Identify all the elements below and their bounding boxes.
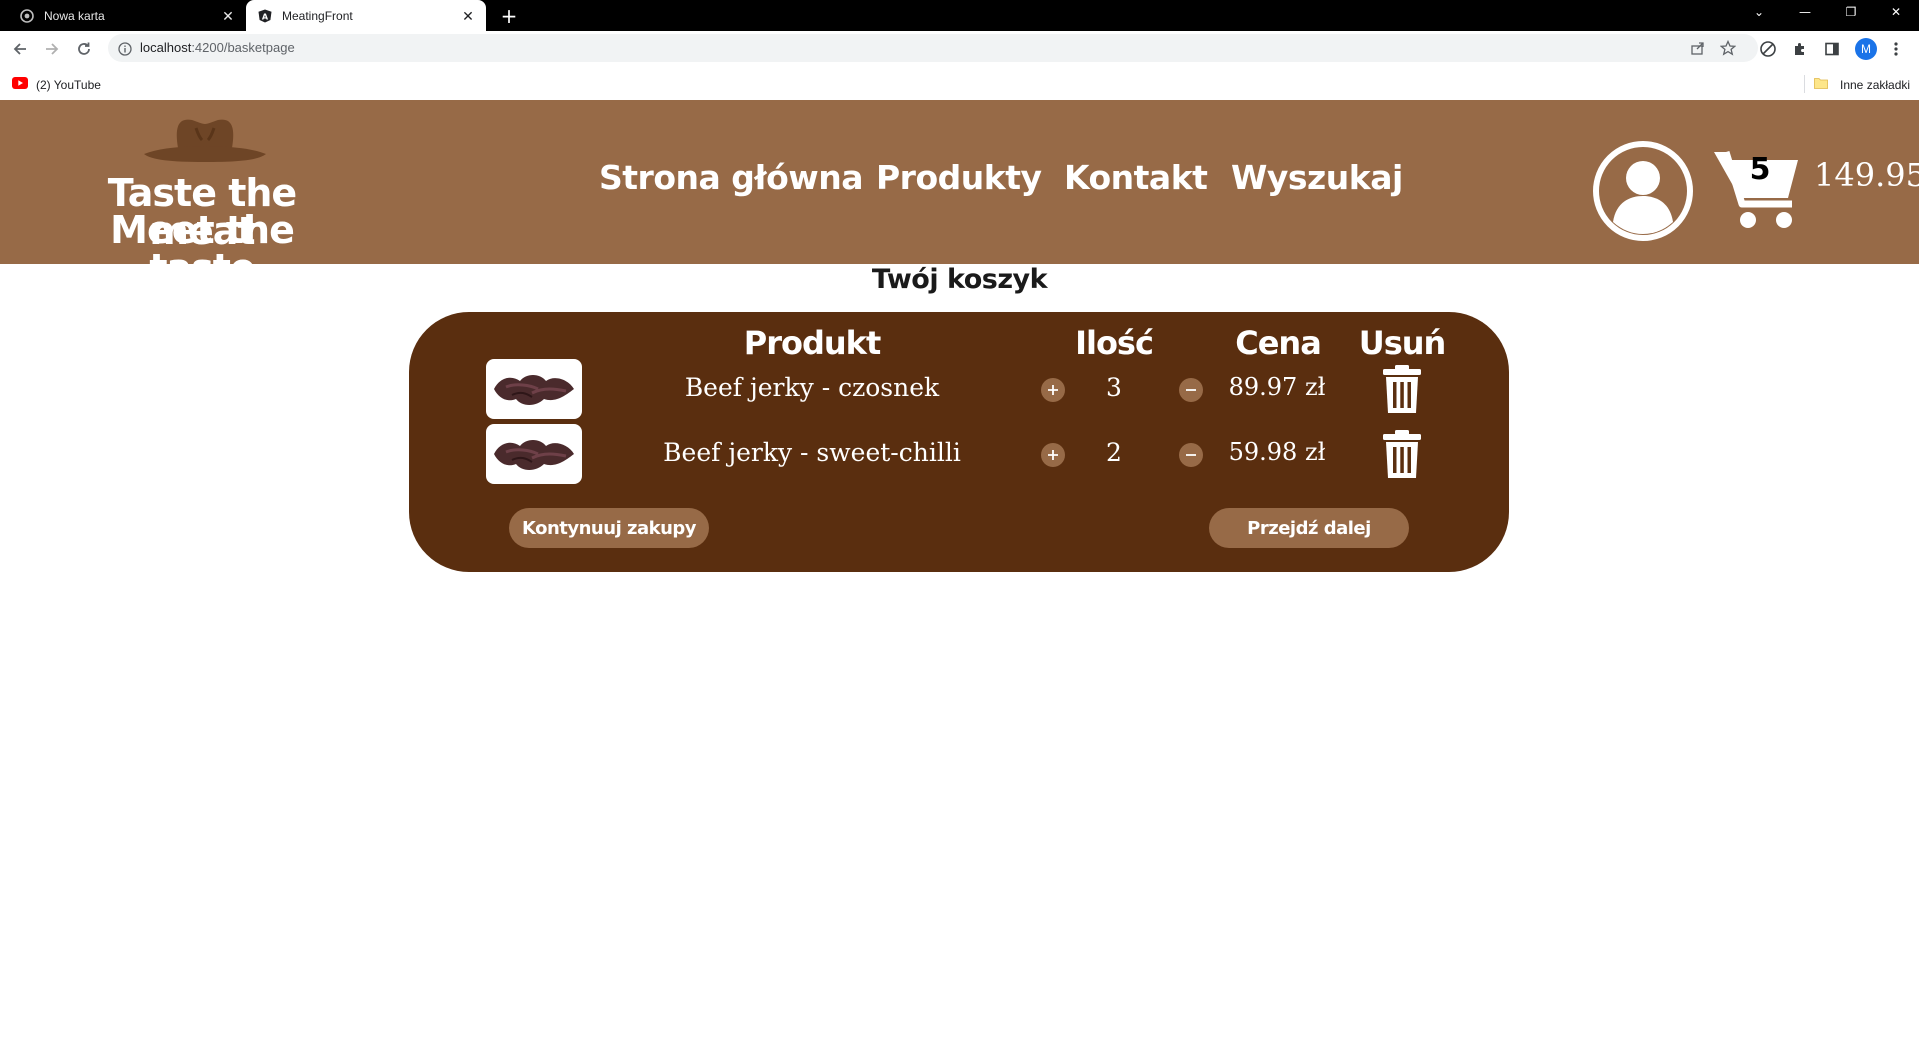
chrome-icon [20,8,34,23]
url-host: localhost [140,40,192,55]
nav-contact[interactable]: Kontakt [1064,158,1208,197]
restore-button[interactable]: ❐ [1828,0,1874,24]
angular-icon: A [258,9,272,23]
product-quantity: 3 [1106,373,1122,402]
bookmark-youtube[interactable]: (2) YouTube [12,77,101,92]
nav-home[interactable]: Strona główna [599,158,864,197]
tab-meatingfront[interactable]: A MeatingFront ✕ [246,0,486,31]
basket-row: Beef jerky - czosnek 3 89.97 zł [409,359,1509,419]
nav-products[interactable]: Produkty [876,158,1042,197]
tab-new-tab[interactable]: Nowa karta ✕ [8,0,246,31]
back-button[interactable] [8,37,32,61]
product-thumbnail [486,424,582,484]
header-remove: Usuń [1358,324,1447,362]
beef-jerky-image [494,440,574,470]
bookmark-star-icon[interactable] [1719,39,1737,56]
url-text: localhost:4200/basketpage [140,40,295,55]
minus-icon [1186,454,1196,456]
increase-quantity-button[interactable] [1041,443,1065,467]
basket-row: Beef jerky - sweet-chilli 2 59.98 zł [409,424,1509,484]
tab-search-icon[interactable]: ⌄ [1736,0,1782,24]
continue-shopping-button[interactable]: Kontynuuj zakupy [509,508,709,548]
user-account-icon[interactable] [1592,140,1694,242]
share-icon[interactable] [1690,40,1706,56]
url-path: :4200/basketpage [191,40,295,55]
header-price: Cena [1235,324,1322,362]
bookmark-label: (2) YouTube [36,77,101,92]
close-window-button[interactable]: ✕ [1873,0,1919,24]
beef-jerky-image [494,375,574,405]
profile-avatar[interactable]: M [1855,38,1877,60]
decrease-quantity-button[interactable] [1179,443,1203,467]
proceed-button[interactable]: Przejdź dalej [1209,508,1409,548]
browser-toolbar: localhost:4200/basketpage M [0,31,1919,67]
cowboy-hat-icon [144,119,266,162]
header-product: Produkt [743,324,881,362]
minus-icon [1186,389,1196,391]
tab-title: Nowa karta [44,8,105,23]
delete-item-button[interactable] [1381,430,1423,480]
tab-close-icon[interactable]: ✕ [460,8,476,24]
browser-menu-icon[interactable] [1886,39,1906,59]
bookmark-separator [1804,75,1805,93]
youtube-icon [12,77,28,92]
basket-panel: Produkt Ilość Cena Usuń Beef jerky - czo… [409,312,1509,572]
svg-text:A: A [262,12,269,21]
header-quantity: Ilość [1075,324,1154,362]
product-price: 59.98 zł [1228,438,1326,466]
reload-button[interactable] [72,37,96,61]
increase-quantity-button[interactable] [1041,378,1065,402]
other-bookmarks-label: Inne zakładki [1840,77,1911,92]
basket-title: Twój koszyk [871,264,1048,295]
decrease-quantity-button[interactable] [1179,378,1203,402]
site-header: Taste the meat Meet the taste Strona głó… [0,100,1919,287]
minimize-button[interactable]: — [1782,0,1828,24]
plus-icon [1048,450,1058,460]
tab-close-icon[interactable]: ✕ [220,8,236,24]
extensions-puzzle-icon[interactable] [1790,39,1810,59]
address-bar[interactable]: localhost:4200/basketpage [108,34,1758,62]
other-bookmarks[interactable]: Inne zakładki [1814,77,1910,92]
side-panel-icon[interactable] [1822,39,1842,59]
product-name: Beef jerky - sweet-chilli [663,438,961,467]
new-tab-button[interactable]: + [497,4,521,28]
forward-button[interactable] [40,37,64,61]
product-quantity: 2 [1106,438,1122,467]
site-logo[interactable]: Taste the meat Meet the taste [52,114,352,287]
extension-blocker-icon[interactable] [1758,39,1778,59]
folder-icon [1814,77,1828,92]
tab-title: MeatingFront [282,8,353,23]
nav-search[interactable]: Wyszukaj [1231,158,1403,197]
product-thumbnail [486,359,582,419]
browser-tab-strip: Nowa karta ✕ A MeatingFront ✕ + ⌄ — ❐ ✕ [0,0,1919,31]
cart-total: 149.95 [1814,156,1919,194]
product-price: 89.97 zł [1228,373,1326,401]
site-info-icon[interactable] [118,41,132,56]
cart-item-count: 5 [1749,152,1771,187]
plus-icon [1048,385,1058,395]
bookmarks-bar: (2) YouTube Inne zakładki [0,67,1919,100]
delete-item-button[interactable] [1381,365,1423,415]
product-name: Beef jerky - czosnek [684,373,940,402]
